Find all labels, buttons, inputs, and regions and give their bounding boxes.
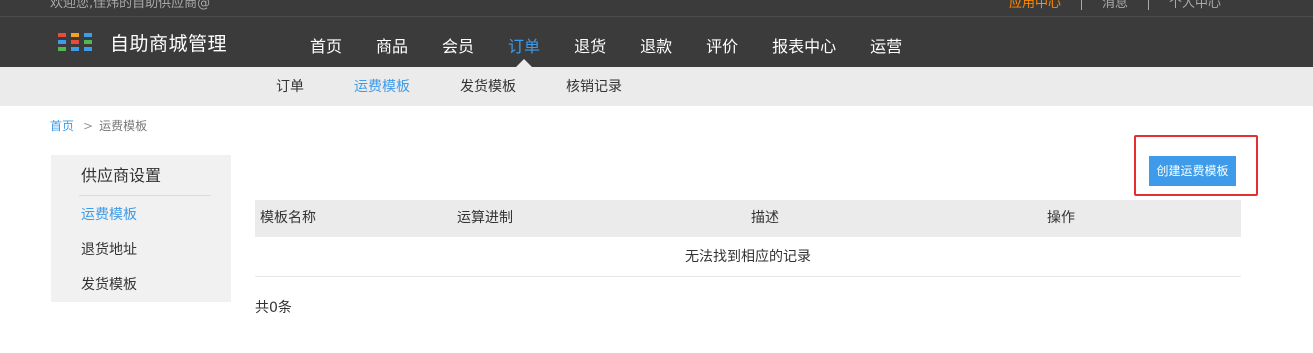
sub-nav: 订单 运费模板 发货模板 核销记录 xyxy=(0,67,1313,106)
breadcrumb-home-link[interactable]: 首页 xyxy=(50,119,74,133)
sidebar-item-delivery-templates[interactable]: 发货模板 xyxy=(81,275,137,295)
create-shipping-template-button[interactable]: 创建运费模板 xyxy=(1149,156,1236,186)
brand-title: 自助商城管理 xyxy=(110,32,228,55)
sidebar-title: 供应商设置 xyxy=(81,166,162,185)
breadcrumb: 首页 > 运费模板 xyxy=(50,118,147,134)
app-center-link[interactable]: 应用中心 xyxy=(1009,0,1061,13)
nav-refunds[interactable]: 退款 xyxy=(623,29,689,67)
grid-dots-icon xyxy=(56,30,96,54)
profile-center-link[interactable]: 个人中心 xyxy=(1169,0,1221,13)
nav-home[interactable]: 首页 xyxy=(293,29,359,67)
subnav-delivery-templates[interactable]: 发货模板 xyxy=(460,67,516,107)
subnav-redemption-records[interactable]: 核销记录 xyxy=(566,67,622,107)
column-calculation-unit: 运算进制 xyxy=(457,210,513,226)
nav-members[interactable]: 会员 xyxy=(425,29,491,67)
table-row: 无法找到相应的记录 xyxy=(255,237,1241,277)
divider xyxy=(1147,0,1149,10)
divider xyxy=(79,195,211,196)
nav-products[interactable]: 商品 xyxy=(359,29,425,67)
nav-operations[interactable]: 运营 xyxy=(853,29,919,67)
main-nav: 首页 商品 会员 订单 退货 退款 评价 报表中心 运营 xyxy=(293,29,919,67)
active-caret-icon xyxy=(516,59,533,67)
top-utility-bar: 欢迎您,佳炜的自助供应商@ 应用中心 消息 个人中心 xyxy=(0,0,1313,17)
column-actions: 操作 xyxy=(1047,210,1075,226)
logo[interactable]: 自助商城管理 xyxy=(56,29,227,55)
nav-reports[interactable]: 报表中心 xyxy=(755,29,853,67)
breadcrumb-separator: > xyxy=(83,119,94,133)
nav-returns[interactable]: 退货 xyxy=(557,29,623,67)
messages-link[interactable]: 消息 xyxy=(1102,0,1128,13)
record-count: 共0条 xyxy=(255,300,292,316)
column-template-name: 模板名称 xyxy=(260,210,316,226)
welcome-text: 欢迎您,佳炜的自助供应商@ xyxy=(50,0,211,11)
shipping-template-table: 模板名称 运算进制 描述 操作 无法找到相应的记录 xyxy=(255,200,1241,277)
sidebar-item-return-address[interactable]: 退货地址 xyxy=(81,240,137,260)
table-header: 模板名称 运算进制 描述 操作 xyxy=(255,200,1241,237)
top-header: 欢迎您,佳炜的自助供应商@ 应用中心 消息 个人中心 自助商城管理 首页 商品 … xyxy=(0,0,1313,67)
nav-orders[interactable]: 订单 xyxy=(491,29,557,67)
nav-orders-label: 订单 xyxy=(508,37,541,56)
subnav-shipping-templates[interactable]: 运费模板 xyxy=(354,67,410,107)
column-description: 描述 xyxy=(751,210,779,226)
breadcrumb-current: 运费模板 xyxy=(99,119,148,133)
top-links: 应用中心 消息 个人中心 xyxy=(1009,0,1221,13)
nav-reviews[interactable]: 评价 xyxy=(689,29,755,67)
divider xyxy=(1080,0,1082,10)
sidebar-item-shipping-templates[interactable]: 运费模板 xyxy=(81,205,137,225)
subnav-orders[interactable]: 订单 xyxy=(276,67,304,107)
supplier-settings-panel: 供应商设置 运费模板 退货地址 发货模板 xyxy=(51,155,231,302)
empty-state-text: 无法找到相应的记录 xyxy=(685,249,811,265)
